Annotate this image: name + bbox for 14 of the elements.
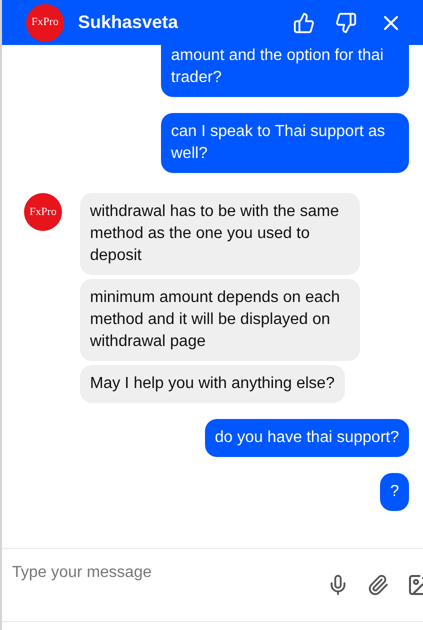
agent-name: Sukhasveta (78, 11, 180, 34)
logo: FxPro (26, 4, 64, 42)
message-input[interactable]: Type your message (12, 561, 327, 585)
agent-message: May I help you with anything else? (80, 365, 345, 403)
thumbs-down-icon[interactable] (335, 12, 357, 34)
agent-message: withdrawal has to be with the same method as the one you used to deposit (80, 193, 360, 275)
user-message: amount and the option for thai trader? (161, 45, 409, 97)
paperclip-icon[interactable] (367, 573, 389, 597)
agent-message: minimum amount depends on each method and it will be displayed on withdrawal page (80, 279, 360, 361)
user-message: ? (380, 473, 409, 511)
thumbs-up-icon[interactable] (293, 12, 315, 34)
user-message: do you have thai support? (204, 419, 409, 457)
logo: FxPro (24, 193, 62, 231)
user-message: can I speak to Thai support as well? (161, 113, 409, 173)
